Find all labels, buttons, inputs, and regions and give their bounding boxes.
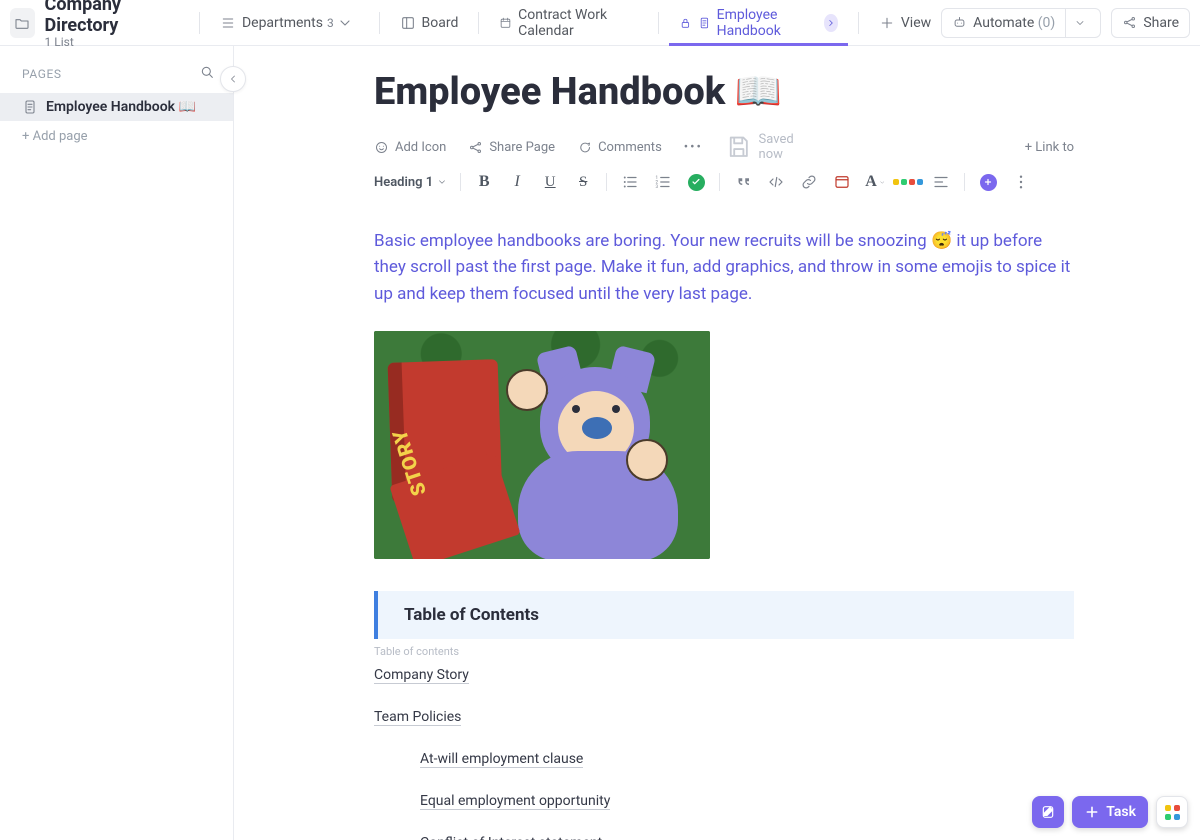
toc-link-eeo[interactable]: Equal employment opportunity: [420, 794, 610, 810]
share-icon: [1122, 15, 1137, 30]
workspace-title-block[interactable]: Company Directory 1 List: [45, 0, 172, 50]
more-actions-button[interactable]: •••: [684, 140, 703, 155]
embed-button[interactable]: [832, 172, 852, 192]
sidebar-item-label: Employee Handbook 📖: [46, 99, 196, 115]
divider: [478, 12, 479, 34]
smiley-icon: [374, 140, 389, 155]
search-icon: [199, 64, 215, 80]
divider: [379, 12, 380, 34]
lock-icon: [679, 15, 692, 31]
tab-label: Contract Work Calendar: [518, 7, 638, 39]
highlight-button[interactable]: [898, 172, 918, 192]
tab-count: 3: [327, 16, 334, 30]
link-to-button[interactable]: + Link to: [1025, 140, 1074, 155]
share-label: Share: [1143, 15, 1179, 31]
bullet-list-button[interactable]: [620, 172, 640, 192]
insert-button[interactable]: [978, 172, 998, 192]
divider: [199, 12, 200, 34]
search-pages-button[interactable]: [199, 64, 215, 83]
collapse-sidebar-button[interactable]: [220, 66, 246, 92]
tab-employee-handbook[interactable]: Employee Handbook: [669, 1, 848, 45]
chevron-down-icon: [337, 15, 353, 31]
text-color-button[interactable]: A: [865, 172, 885, 192]
saved-status: Saved now: [725, 132, 794, 162]
code-button[interactable]: [766, 172, 786, 192]
intro-paragraph[interactable]: Basic employee handbooks are boring. You…: [374, 228, 1074, 307]
page-action-row: Add Icon Share Page Comments ••• Saved n…: [374, 132, 1074, 162]
underline-button[interactable]: U: [540, 172, 560, 192]
floating-actions: Task: [1032, 796, 1188, 828]
page-title[interactable]: Employee Handbook 📖: [374, 70, 1074, 114]
save-icon: [725, 133, 753, 161]
toc-link-conflict[interactable]: Conflict of Interest statement: [420, 835, 602, 840]
automate-button[interactable]: Automate (0): [941, 8, 1101, 38]
link-button[interactable]: [799, 172, 819, 192]
tab-label: View: [901, 15, 931, 31]
embedded-image[interactable]: [374, 331, 710, 559]
share-button[interactable]: Share: [1111, 8, 1190, 38]
align-button[interactable]: [931, 172, 951, 192]
share-icon: [468, 140, 483, 155]
document-scroll[interactable]: Employee Handbook 📖 Add Icon Share Page …: [234, 46, 1200, 840]
divider: [858, 12, 859, 34]
chevron-left-icon: [227, 73, 239, 85]
workspace-title: Company Directory: [45, 0, 172, 36]
new-task-button[interactable]: Task: [1072, 796, 1148, 828]
share-page-button[interactable]: Share Page: [468, 140, 555, 155]
apps-button[interactable]: [1156, 796, 1188, 828]
tab-label: Employee Handbook: [717, 7, 820, 39]
sidebar-item-handbook[interactable]: Employee Handbook 📖: [0, 93, 233, 121]
strikethrough-button[interactable]: S: [573, 172, 593, 192]
pages-header: PAGES: [22, 67, 62, 81]
plus-icon: [1084, 804, 1100, 820]
folder-icon[interactable]: [10, 8, 35, 38]
tab-label: Board: [422, 15, 459, 31]
automate-dropdown[interactable]: [1065, 9, 1100, 37]
tab-label: Departments: [242, 15, 323, 31]
sidebar: PAGES Employee Handbook 📖 + Add page: [0, 46, 234, 840]
toc-link-at-will[interactable]: At-will employment clause: [420, 752, 583, 768]
toolbar-more-button[interactable]: [1011, 172, 1031, 192]
doc-icon: [22, 99, 38, 115]
toc-heading[interactable]: Table of Contents: [374, 591, 1074, 639]
automate-label: Automate: [973, 15, 1034, 31]
bold-button[interactable]: B: [474, 172, 494, 192]
checklist-button[interactable]: [686, 172, 706, 192]
automate-count: (0): [1038, 15, 1056, 31]
add-page-button[interactable]: + Add page: [0, 121, 233, 152]
chevron-right-icon[interactable]: [824, 14, 838, 32]
apps-icon: [1165, 805, 1180, 820]
add-icon-button[interactable]: Add Icon: [374, 140, 446, 155]
top-bar: Company Directory 1 List Departments 3 B…: [0, 0, 1200, 46]
toc-link-company-story[interactable]: Company Story: [374, 668, 469, 684]
tab-board[interactable]: Board: [390, 1, 469, 45]
add-view-button[interactable]: View: [869, 1, 941, 45]
divider: [658, 12, 659, 34]
quick-note-button[interactable]: [1032, 796, 1064, 828]
heading-selector[interactable]: Heading 1: [374, 175, 447, 190]
italic-button[interactable]: I: [507, 172, 527, 192]
note-icon: [1040, 804, 1056, 820]
quote-button[interactable]: [733, 172, 753, 192]
tab-departments[interactable]: Departments 3: [210, 1, 369, 45]
caret-down-icon: [437, 177, 447, 187]
toc-label: Table of contents: [374, 645, 1074, 658]
comment-icon: [577, 140, 592, 155]
numbered-list-button[interactable]: 123: [653, 172, 673, 192]
caret-down-icon: [879, 178, 885, 187]
doc-icon: [698, 15, 711, 31]
tab-contract-calendar[interactable]: Contract Work Calendar: [489, 1, 648, 45]
chevron-down-icon: [1074, 17, 1086, 29]
formatting-toolbar: Heading 1 B I U S 123 A: [374, 172, 1074, 192]
robot-icon: [952, 15, 967, 30]
comments-button[interactable]: Comments: [577, 140, 662, 155]
toc-link-team-policies[interactable]: Team Policies: [374, 710, 461, 726]
svg-text:3: 3: [656, 184, 659, 190]
